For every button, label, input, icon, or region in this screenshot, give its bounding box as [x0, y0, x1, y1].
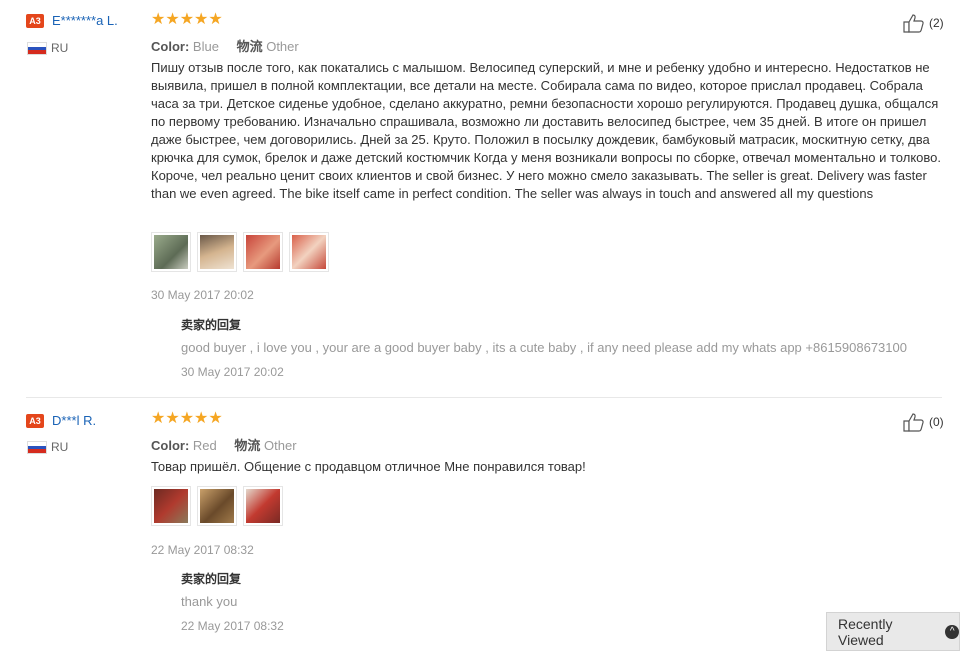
buyer-level-badge: A3	[26, 14, 44, 28]
reviewer-name[interactable]: E*******a L.	[52, 13, 118, 28]
recently-viewed-button[interactable]: Recently Viewed ^	[826, 612, 960, 651]
reviewer-name[interactable]: D***l R.	[52, 413, 96, 428]
helpful-button[interactable]: (0)	[903, 412, 944, 432]
reviewer-country: RU	[51, 440, 69, 454]
logistics-label: 物流	[234, 438, 261, 453]
recently-viewed-label: Recently Viewed	[838, 615, 893, 648]
review-photo-thumbnail[interactable]	[197, 486, 237, 526]
review-photos	[151, 232, 329, 272]
review-photo-thumbnail[interactable]	[289, 232, 329, 272]
review-photos	[151, 486, 283, 526]
helpful-count: (0)	[929, 415, 944, 429]
helpful-count: (2)	[929, 16, 944, 30]
rating-stars: ★★★★★	[151, 11, 223, 28]
color-value: Red	[192, 438, 217, 453]
seller-reply-text: thank you	[181, 594, 238, 609]
seller-reply-text: good buyer , i love you , your are a goo…	[181, 340, 907, 355]
buyer-level-badge: A3	[26, 414, 44, 428]
logistics-label: 物流	[236, 39, 263, 54]
color-value: Blue	[192, 39, 219, 54]
review-text: Пишу отзыв после того, как покатались с …	[151, 60, 941, 201]
review-date: 22 May 2017 08:32	[151, 543, 254, 557]
rating-stars: ★★★★★	[151, 410, 223, 427]
thumbs-up-icon	[903, 14, 924, 33]
chevron-up-icon: ^	[945, 624, 959, 639]
seller-reply-date: 22 May 2017 08:32	[181, 619, 284, 633]
review-divider	[26, 397, 942, 398]
helpful-button[interactable]: (2)	[903, 13, 944, 33]
review-photo-thumbnail[interactable]	[151, 232, 191, 272]
review-date: 30 May 2017 20:02	[151, 288, 254, 302]
russia-flag-icon	[27, 42, 47, 55]
color-label: Color:	[151, 39, 190, 54]
review-photo-thumbnail[interactable]	[243, 486, 283, 526]
logistics-value: Other	[264, 438, 297, 453]
seller-reply-date: 30 May 2017 20:02	[181, 365, 284, 379]
color-label: Color:	[151, 438, 190, 453]
review-photo-thumbnail[interactable]	[243, 232, 283, 272]
thumbs-up-icon	[903, 413, 924, 432]
logistics-value: Other	[266, 39, 299, 54]
review-text: Товар пришёл. Общение с продавцом отличн…	[151, 459, 586, 474]
seller-reply-title: 卖家的回复	[181, 318, 242, 332]
seller-reply-title: 卖家的回复	[181, 572, 242, 586]
review-photo-thumbnail[interactable]	[197, 232, 237, 272]
russia-flag-icon	[27, 441, 47, 454]
order-info: Color: Red 物流 Other	[151, 435, 311, 454]
review-photo-thumbnail[interactable]	[151, 486, 191, 526]
reviewer-country: RU	[51, 41, 69, 55]
order-info: Color: Blue 物流 Other	[151, 36, 313, 55]
